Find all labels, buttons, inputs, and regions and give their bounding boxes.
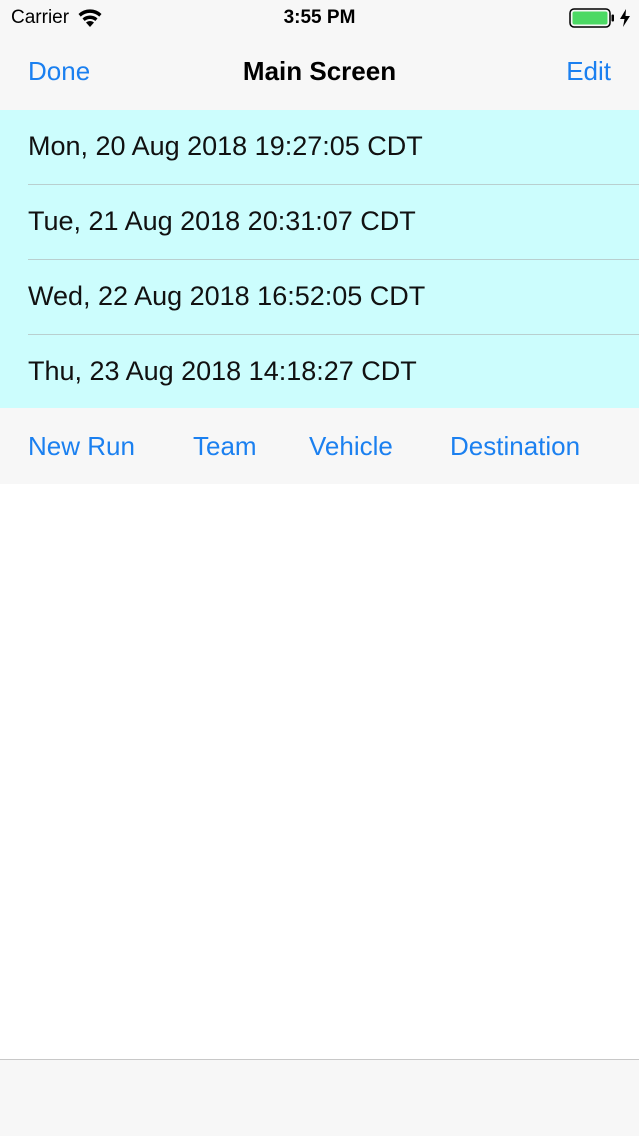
battery-icon bbox=[569, 8, 614, 28]
status-right bbox=[569, 8, 631, 28]
list-item[interactable]: Thu, 23 Aug 2018 14:18:27 CDT bbox=[0, 335, 639, 408]
navigation-bar: Done Main Screen Edit bbox=[0, 36, 639, 110]
list-item-label: Thu, 23 Aug 2018 14:18:27 CDT bbox=[28, 356, 417, 386]
list-item[interactable]: Mon, 20 Aug 2018 19:27:05 CDT bbox=[0, 110, 639, 185]
list-item[interactable]: Tue, 21 Aug 2018 20:31:07 CDT bbox=[0, 185, 639, 260]
edit-button[interactable]: Edit bbox=[566, 56, 611, 87]
action-toolbar: New Run Team Vehicle Destination bbox=[0, 408, 639, 484]
list-item[interactable]: Wed, 22 Aug 2018 16:52:05 CDT bbox=[0, 260, 639, 335]
status-time: 3:55 PM bbox=[283, 7, 356, 28]
destination-button[interactable]: Destination bbox=[450, 431, 580, 462]
list-item-label: Mon, 20 Aug 2018 19:27:05 CDT bbox=[28, 131, 423, 161]
team-button[interactable]: Team bbox=[193, 431, 257, 462]
new-run-button[interactable]: New Run bbox=[28, 431, 135, 462]
date-list: Mon, 20 Aug 2018 19:27:05 CDT Tue, 21 Au… bbox=[0, 110, 639, 408]
vehicle-button[interactable]: Vehicle bbox=[309, 431, 393, 462]
list-item-label: Tue, 21 Aug 2018 20:31:07 CDT bbox=[28, 206, 416, 236]
list-item-label: Wed, 22 Aug 2018 16:52:05 CDT bbox=[28, 281, 426, 311]
page-title: Main Screen bbox=[242, 56, 397, 86]
content-area bbox=[0, 484, 639, 1059]
charging-bolt-icon bbox=[620, 9, 630, 27]
status-bar: Carrier 3:55 PM bbox=[0, 0, 639, 36]
bottom-toolbar bbox=[0, 1059, 639, 1136]
